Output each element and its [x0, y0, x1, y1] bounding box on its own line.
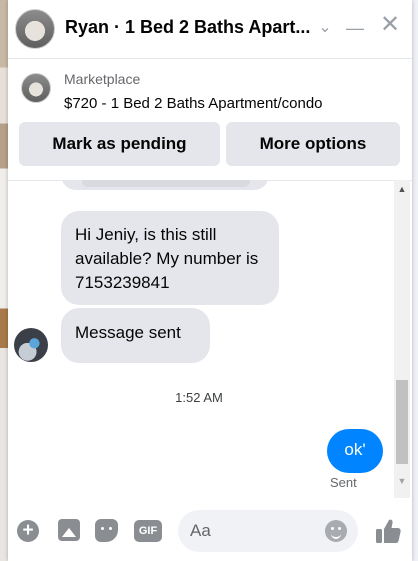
sticker-icon[interactable] — [95, 519, 118, 542]
seller-avatar[interactable] — [15, 9, 55, 49]
marketplace-label: Marketplace — [64, 71, 141, 87]
gif-icon[interactable]: GIF — [134, 520, 162, 542]
listing-thumbnail[interactable] — [21, 73, 51, 103]
plus-icon[interactable]: + — [17, 520, 39, 542]
received-message-text: Message sent — [75, 323, 181, 342]
message-timestamp: 1:52 AM — [175, 390, 223, 405]
message-input[interactable]: Aa — [178, 510, 358, 552]
mark-as-pending-button[interactable]: Mark as pending — [19, 122, 220, 166]
chat-header[interactable]: Ryan · 1 Bed 2 Baths Apart... ⌄ — ✕ — [8, 0, 412, 59]
marketplace-panel: Marketplace $720 - 1 Bed 2 Baths Apartme… — [8, 58, 412, 181]
chat-title[interactable]: Ryan · 1 Bed 2 Baths Apart... — [65, 17, 315, 38]
minimize-icon[interactable]: — — [344, 18, 366, 38]
chevron-down-icon[interactable]: ⌄ — [316, 18, 334, 38]
emoji-icon[interactable] — [325, 520, 347, 542]
message-input-placeholder: Aa — [190, 521, 211, 540]
scrollbar-thumb[interactable] — [396, 380, 408, 464]
scroll-down-arrow-icon[interactable]: ▼ — [394, 476, 410, 486]
photo-icon[interactable] — [58, 519, 80, 541]
scroll-up-arrow-icon[interactable]: ▲ — [394, 184, 410, 194]
more-options-button[interactable]: More options — [226, 122, 400, 166]
background-page-left — [0, 0, 8, 561]
sent-message[interactable]: ok' — [327, 429, 383, 473]
sender-avatar — [14, 328, 48, 362]
received-message[interactable]: Message sent — [61, 308, 210, 363]
background-page-right — [412, 0, 418, 561]
sent-status: Sent — [330, 475, 357, 490]
received-message-text: Hi Jeniy, is this still available? My nu… — [75, 225, 259, 292]
close-icon[interactable]: ✕ — [378, 13, 402, 37]
listing-title[interactable]: $720 - 1 Bed 2 Baths Apartment/condo — [64, 95, 323, 112]
previous-message-attachment — [82, 180, 250, 187]
chat-window: Ryan · 1 Bed 2 Baths Apart... ⌄ — ✕ Mark… — [8, 0, 412, 561]
like-icon[interactable] — [374, 517, 402, 545]
received-message[interactable]: Hi Jeniy, is this still available? My nu… — [61, 211, 279, 305]
message-composer: + GIF Aa — [8, 498, 412, 561]
scrollbar[interactable]: ▲ ▼ — [394, 180, 410, 498]
message-list[interactable]: Hi Jeniy, is this still available? My nu… — [8, 180, 412, 498]
sent-message-text: ok' — [344, 440, 366, 459]
